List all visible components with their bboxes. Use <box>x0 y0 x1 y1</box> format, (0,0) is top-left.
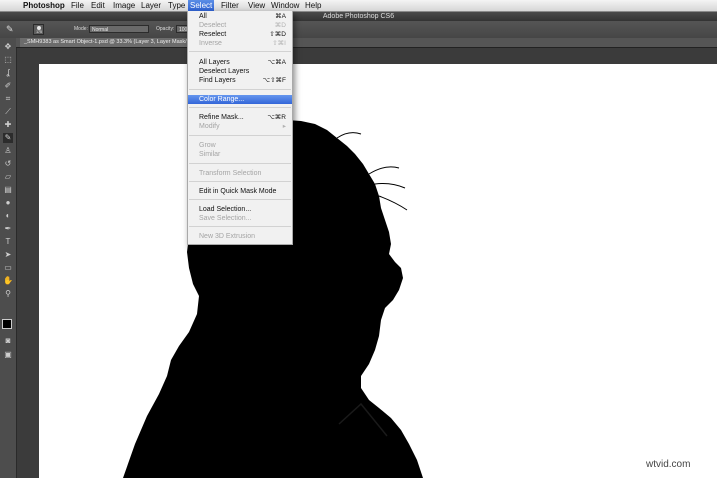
menu-separator <box>189 51 291 52</box>
screen-mode-icon[interactable]: ▣ <box>3 350 13 360</box>
options-bar: ✎ 175 Mode: Normal Opacity: 100% <box>0 21 717 39</box>
menu-item-load-selection[interactable]: Load Selection... <box>188 205 292 214</box>
gradient-tool-icon[interactable]: ▤ <box>3 185 13 195</box>
shortcut-all-layers: ⌥⌘A <box>267 59 286 66</box>
healing-brush-tool-icon[interactable]: ✚ <box>3 120 13 130</box>
app-title-bar: Adobe Photoshop CS6 <box>0 12 717 21</box>
tools-panel: ✥ ⬚ ʆ ✐ ⌗ ⟋ ✚ ✎ ♙ ↺ ▱ ▤ ● ◐ ✒ T ➤ ▭ ✋ ⚲ … <box>0 38 17 478</box>
history-brush-tool-icon[interactable]: ↺ <box>3 159 13 169</box>
menu-type[interactable]: Type <box>166 0 187 11</box>
menu-item-quick-mask-mode[interactable]: Edit in Quick Mask Mode <box>188 187 292 196</box>
eraser-tool-icon[interactable]: ▱ <box>3 172 13 182</box>
menu-item-reselect[interactable]: Reselect ⇧⌘D <box>188 30 292 39</box>
shortcut-find-layers: ⌥⇧⌘F <box>262 77 286 84</box>
menu-select[interactable]: Select <box>188 0 215 11</box>
menu-layer[interactable]: Layer <box>139 0 163 11</box>
dodge-tool-icon[interactable]: ◐ <box>3 211 13 221</box>
menu-item-inverse[interactable]: Inverse ⇧⌘I <box>188 39 292 48</box>
menu-view[interactable]: View <box>246 0 267 11</box>
brush-size: 175 <box>36 30 42 34</box>
brush-preview[interactable]: 175 <box>33 24 44 35</box>
marquee-tool-icon[interactable]: ⬚ <box>3 55 13 65</box>
menu-separator <box>189 199 291 200</box>
quick-selection-tool-icon[interactable]: ✐ <box>3 81 13 91</box>
menu-app-photoshop[interactable]: Photoshop <box>21 0 67 11</box>
clone-stamp-tool-icon[interactable]: ♙ <box>3 146 13 156</box>
brush-tool-preset-icon[interactable]: ✎ <box>6 24 16 34</box>
shortcut-deselect: ⌘D <box>274 22 286 29</box>
lasso-tool-icon[interactable]: ʆ <box>3 68 13 78</box>
opacity-label: Opacity: <box>156 26 175 32</box>
menu-edit[interactable]: Edit <box>89 0 107 11</box>
shortcut-refine-mask: ⌥⌘R <box>267 114 286 121</box>
menu-separator <box>189 226 291 227</box>
menu-separator <box>189 89 291 90</box>
foreground-color-swatch[interactable] <box>2 319 12 329</box>
path-selection-tool-icon[interactable]: ➤ <box>3 250 13 260</box>
crop-tool-icon[interactable]: ⌗ <box>3 94 13 104</box>
shortcut-all: ⌘A <box>275 13 286 20</box>
menu-item-all[interactable]: All ⌘A <box>188 12 292 21</box>
move-tool-icon[interactable]: ✥ <box>3 42 13 52</box>
menu-file[interactable]: File <box>69 0 86 11</box>
silhouette-image <box>123 120 423 478</box>
menu-separator <box>189 107 291 108</box>
apple-icon[interactable] <box>4 0 8 11</box>
watermark: wtvid.com <box>646 459 691 470</box>
shortcut-inverse: ⇧⌘I <box>272 40 286 47</box>
menu-separator <box>189 135 291 136</box>
menu-item-find-layers[interactable]: Find Layers ⌥⇧⌘F <box>188 76 292 85</box>
menu-item-transform-selection[interactable]: Transform Selection <box>188 169 292 178</box>
type-tool-icon[interactable]: T <box>3 237 13 247</box>
shortcut-reselect: ⇧⌘D <box>269 31 286 38</box>
document-tab-bar: _SMH9383 as Smart Object-1.psd @ 33.3% (… <box>16 38 717 48</box>
app-title: Adobe Photoshop CS6 <box>322 13 395 20</box>
eyedropper-tool-icon[interactable]: ⟋ <box>3 107 13 117</box>
brush-tool-icon[interactable]: ✎ <box>3 133 13 143</box>
menu-item-save-selection[interactable]: Save Selection... <box>188 214 292 223</box>
blur-tool-icon[interactable]: ● <box>3 198 13 208</box>
shape-tool-icon[interactable]: ▭ <box>3 263 13 273</box>
hand-tool-icon[interactable]: ✋ <box>3 276 13 286</box>
document-tab[interactable]: _SMH9383 as Smart Object-1.psd @ 33.3% (… <box>20 38 196 47</box>
menu-item-color-range[interactable]: Color Range... <box>188 95 292 104</box>
menu-item-deselect[interactable]: Deselect ⌘D <box>188 21 292 30</box>
menu-image[interactable]: Image <box>111 0 137 11</box>
mode-label: Mode: <box>74 26 88 32</box>
menu-help[interactable]: Help <box>303 0 323 11</box>
menu-item-new-3d-extrusion[interactable]: New 3D Extrusion <box>188 232 292 241</box>
menu-window[interactable]: Window <box>269 0 301 11</box>
menu-item-grow[interactable]: Grow <box>188 141 292 150</box>
menu-separator <box>189 163 291 164</box>
document-tab-title: _SMH9383 as Smart Object-1.psd @ 33.3% (… <box>24 39 192 45</box>
menu-item-similar[interactable]: Similar <box>188 150 292 159</box>
menu-item-all-layers[interactable]: All Layers ⌥⌘A <box>188 58 292 67</box>
document-canvas[interactable] <box>39 64 717 478</box>
menu-item-refine-mask[interactable]: Refine Mask... ⌥⌘R <box>188 113 292 122</box>
menu-separator <box>189 181 291 182</box>
quick-mask-icon[interactable]: ◙ <box>3 336 13 346</box>
zoom-tool-icon[interactable]: ⚲ <box>3 289 13 299</box>
menu-item-deselect-layers[interactable]: Deselect Layers <box>188 67 292 76</box>
menu-filter[interactable]: Filter <box>219 0 241 11</box>
select-menu-dropdown: All ⌘A Deselect ⌘D Reselect ⇧⌘D Inverse ⇧⌘I … <box>187 11 293 245</box>
menu-item-modify[interactable]: Modify ▸ <box>188 122 292 131</box>
menu-bar: Photoshop File Edit Image Layer Type Sel… <box>0 0 717 12</box>
submenu-arrow-icon: ▸ <box>282 123 286 130</box>
pen-tool-icon[interactable]: ✒ <box>3 224 13 234</box>
mode-select[interactable]: Normal <box>89 25 149 33</box>
